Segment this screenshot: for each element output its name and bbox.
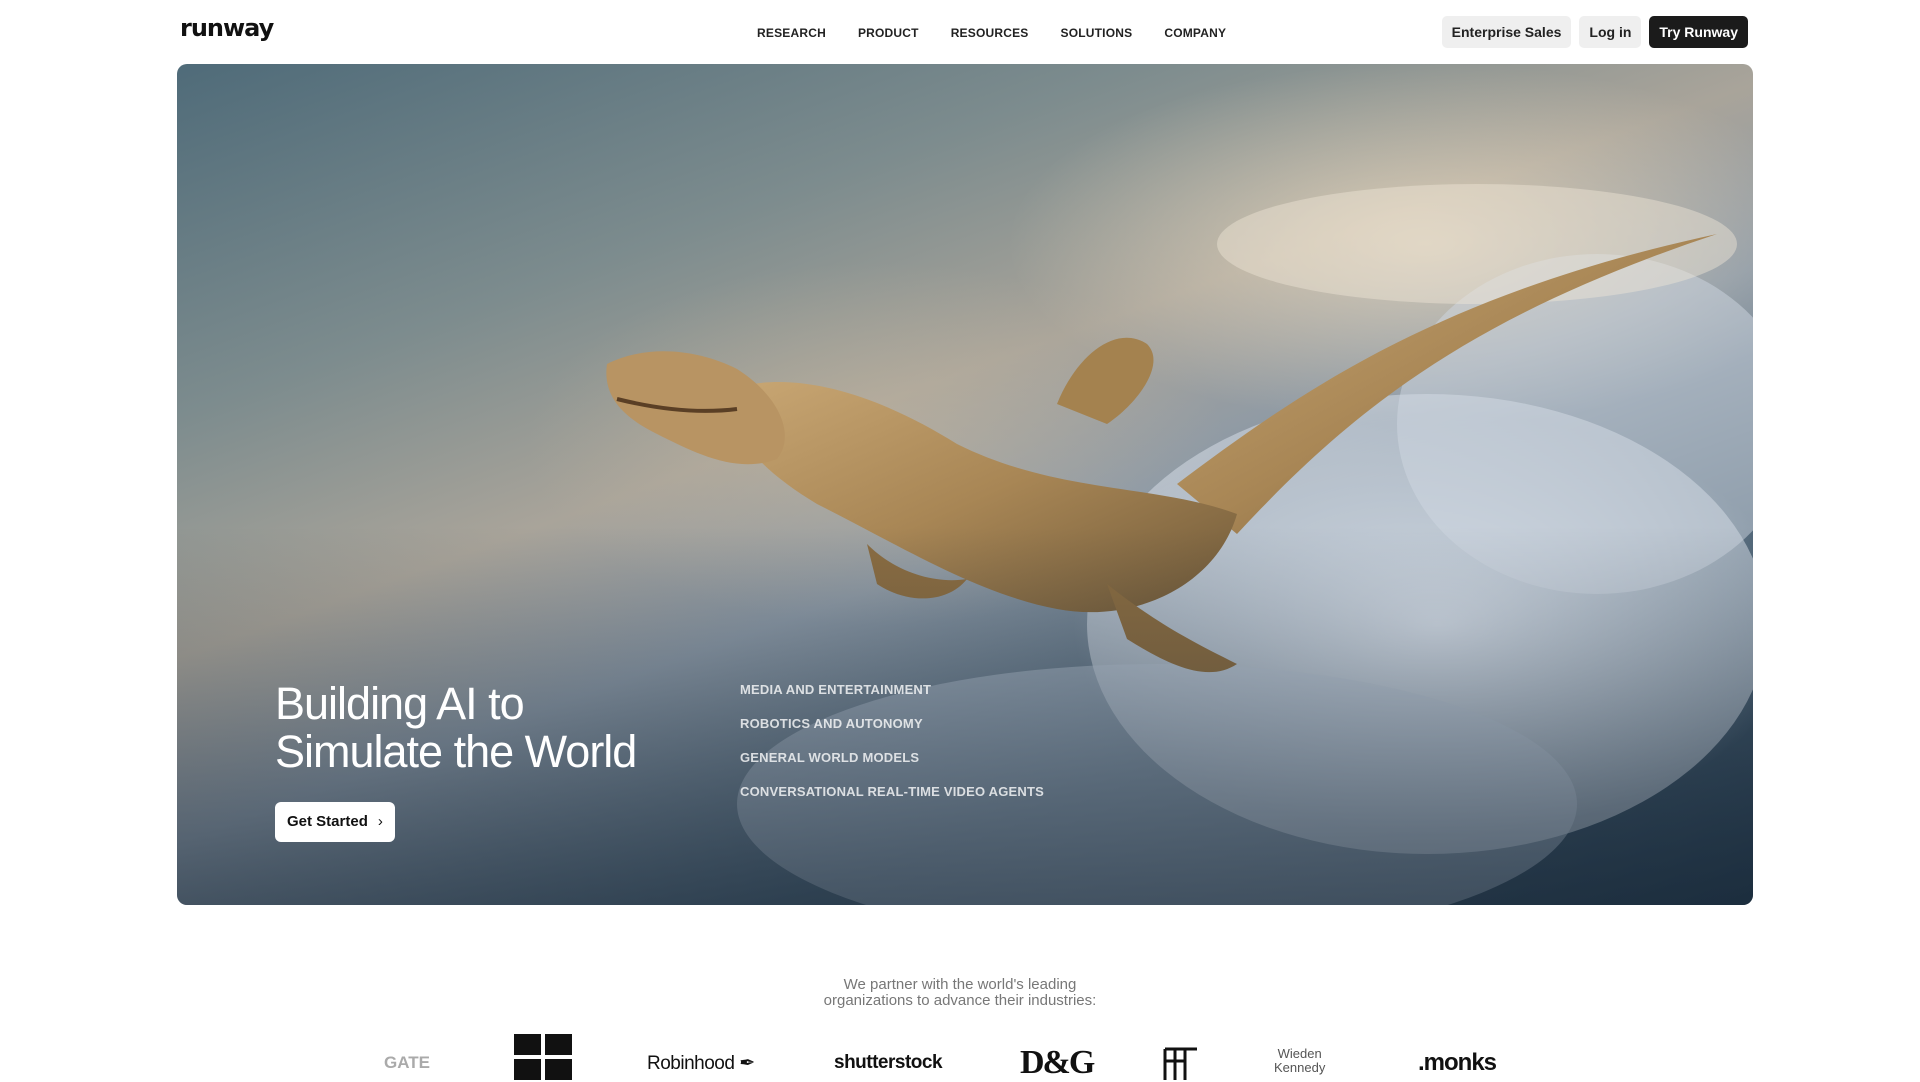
- partner-logo-robinhood: Robinhood ✒: [647, 1052, 755, 1075]
- try-runway-button[interactable]: Try Runway: [1649, 16, 1748, 48]
- feather-icon: ✒: [739, 1053, 755, 1074]
- partner-logo-monks: .monks: [1418, 1049, 1497, 1076]
- enterprise-sales-button[interactable]: Enterprise Sales: [1441, 16, 1572, 48]
- get-started-label: Get Started: [287, 813, 368, 830]
- nav-actions: Enterprise Sales Log in Try Runway: [1441, 16, 1748, 48]
- menu-item-resources[interactable]: RESOURCES: [951, 26, 1029, 40]
- partner-logo-windows-grid: [514, 1034, 572, 1080]
- solutions-list: MEDIA AND ENTERTAINMENT ROBOTICS AND AUT…: [740, 682, 1044, 818]
- solution-general-world-models[interactable]: GENERAL WORLD MODELS: [740, 750, 1044, 784]
- partners-caption: We partner with the world's leading orga…: [0, 977, 1920, 1009]
- runway-logo[interactable]: runway: [180, 14, 274, 42]
- solution-robotics-autonomy[interactable]: ROBOTICS AND AUTONOMY: [740, 716, 1044, 750]
- menu-item-product[interactable]: PRODUCT: [858, 26, 919, 40]
- solution-video-agents[interactable]: CONVERSATIONAL REAL-TIME VIDEO AGENTS: [740, 784, 1044, 818]
- wieden-text: Wieden: [1277, 1046, 1322, 1061]
- partner-logos: GATE Robinhood ✒ shutterstock D&G Wieden…: [0, 1030, 1920, 1081]
- partners-caption-line-1: We partner with the world's leading: [843, 976, 1077, 993]
- robinhood-wordmark: Robinhood: [647, 1053, 735, 1074]
- hero-title-line-1: Building AI to: [275, 678, 525, 729]
- partner-logo-ff-icon: [1163, 1047, 1197, 1080]
- hero-video: Building AI to Simulate the World Get St…: [177, 64, 1753, 905]
- chevron-right-icon: ›: [377, 813, 383, 830]
- partner-logo-dg: D&G: [1020, 1044, 1095, 1081]
- get-started-button[interactable]: Get Started ›: [275, 802, 395, 842]
- partner-logo-gate: GATE: [384, 1053, 430, 1072]
- partner-logo-shutterstock: shutterstock: [834, 1052, 943, 1073]
- hero-title: Building AI to Simulate the World: [275, 680, 735, 776]
- partner-logo-wieden-kennedy: Wieden Kennedy: [1274, 1047, 1325, 1075]
- menu-item-research[interactable]: RESEARCH: [757, 26, 826, 40]
- top-navigation: runway RESEARCH PRODUCT RESOURCES SOLUTI…: [0, 0, 1920, 64]
- menu-item-solutions[interactable]: SOLUTIONS: [1061, 26, 1133, 40]
- kennedy-text: Kennedy: [1274, 1060, 1326, 1075]
- hero-title-line-2: Simulate the World: [275, 726, 637, 777]
- menu-item-company[interactable]: COMPANY: [1164, 26, 1226, 40]
- partners-caption-line-2: organizations to advance their industrie…: [823, 992, 1097, 1009]
- solution-media-entertainment[interactable]: MEDIA AND ENTERTAINMENT: [740, 682, 1044, 716]
- main-menu: RESEARCH PRODUCT RESOURCES SOLUTIONS COM…: [757, 26, 1258, 40]
- login-button[interactable]: Log in: [1579, 16, 1642, 48]
